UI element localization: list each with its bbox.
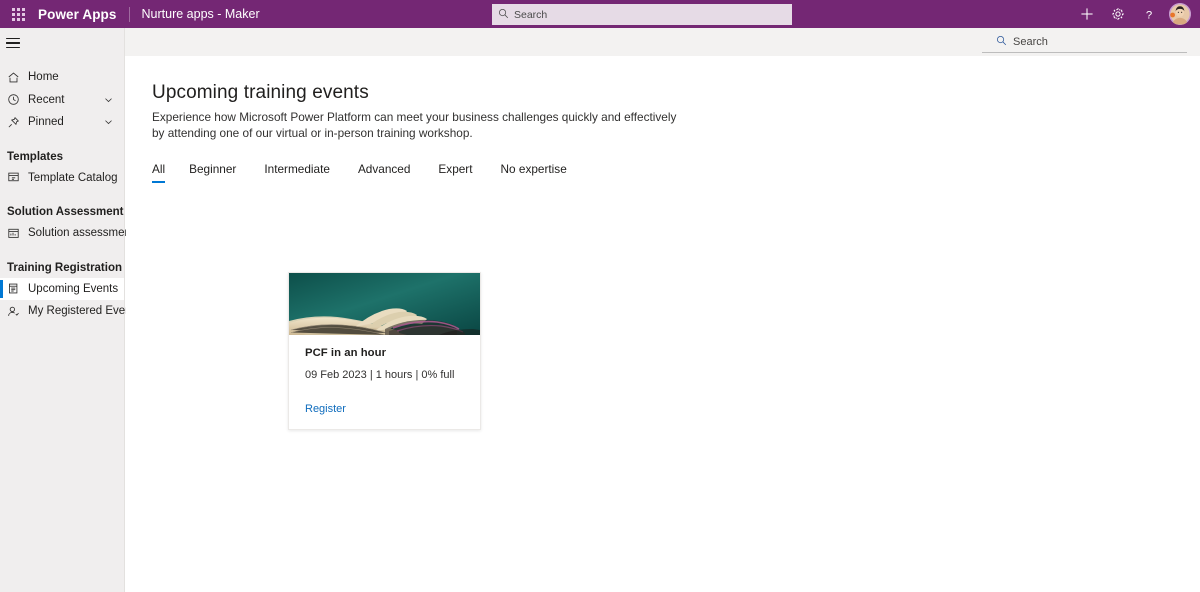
sidebar-item-template-catalog[interactable]: Template Catalog	[0, 167, 124, 190]
sidebar-item-upcoming-events[interactable]: Upcoming Events	[0, 277, 124, 300]
register-link[interactable]: Register	[289, 403, 362, 429]
sidebar-item-pinned[interactable]: Pinned	[0, 111, 124, 134]
sidebar-item-label: Upcoming Events	[28, 282, 119, 295]
sidebar-item-solution-assessment[interactable]: Solution assessment	[0, 222, 134, 245]
event-card[interactable]: PCF in an hour 09 Feb 2023 | 1 hours | 0…	[288, 272, 481, 430]
sidebar: Home Recent Pinned Templates Template Ca…	[0, 28, 141, 592]
settings-button[interactable]	[1102, 0, 1133, 28]
main-content: Upcoming training events Experience how …	[126, 56, 1200, 592]
event-card-image	[289, 273, 480, 335]
brand-label[interactable]: Power Apps	[36, 7, 127, 22]
app-name-label[interactable]: Nurture apps - Maker	[142, 7, 260, 21]
suite-search-placeholder: Search	[514, 8, 548, 21]
home-icon	[7, 69, 25, 85]
event-list-icon	[7, 281, 25, 297]
svg-text:?: ?	[1145, 9, 1151, 21]
suite-bar-actions: ?	[1071, 0, 1196, 28]
search-icon	[996, 33, 1007, 51]
sidebar-item-label: Pinned	[28, 116, 64, 129]
avatar-button[interactable]	[1164, 0, 1196, 28]
new-button[interactable]	[1071, 0, 1102, 28]
person-icon	[7, 303, 25, 319]
solution-assessment-icon	[7, 225, 25, 241]
tab-beginner[interactable]: Beginner	[189, 162, 250, 183]
page-title: Upcoming training events	[152, 82, 369, 103]
chevron-down-icon[interactable]	[103, 117, 114, 128]
event-card-list: PCF in an hour 09 Feb 2023 | 1 hours | 0…	[288, 272, 481, 430]
waffle-button[interactable]	[0, 0, 36, 28]
page-search-placeholder: Search	[1013, 36, 1048, 48]
chevron-down-icon[interactable]	[103, 94, 114, 105]
avatar	[1169, 3, 1191, 25]
tab-no-expertise[interactable]: No expertise	[501, 162, 581, 183]
sidebar-item-label: My Registered Events	[28, 305, 141, 318]
sidebar-item-my-registered-events[interactable]: My Registered Events	[0, 300, 141, 323]
tab-expert[interactable]: Expert	[438, 162, 486, 183]
search-icon	[498, 6, 509, 24]
sidebar-item-label: Solution assessment	[28, 227, 135, 240]
page-description: Experience how Microsoft Power Platform …	[152, 110, 677, 140]
tab-intermediate[interactable]: Intermediate	[264, 162, 344, 183]
hamburger-icon	[6, 35, 20, 52]
pin-icon	[7, 114, 25, 130]
suite-search-input[interactable]: Search	[492, 4, 792, 25]
brand-divider	[128, 6, 130, 22]
sidebar-group-solution-assessment: Solution Assessment	[7, 206, 124, 218]
event-card-body: PCF in an hour 09 Feb 2023 | 1 hours | 0…	[289, 335, 480, 381]
sidebar-item-label: Home	[28, 71, 59, 84]
page-search-input[interactable]: Search	[982, 32, 1187, 53]
event-card-title: PCF in an hour	[305, 347, 387, 359]
event-card-meta: 09 Feb 2023 | 1 hours | 0% full	[305, 369, 455, 381]
sidebar-item-home[interactable]: Home	[0, 66, 124, 89]
nav-collapse-button[interactable]	[0, 28, 125, 58]
sidebar-item-recent[interactable]: Recent	[0, 89, 124, 112]
sidebar-group-templates: Templates	[7, 150, 64, 163]
waffle-grid-icon	[11, 7, 25, 21]
expertise-filter-tabs: All Beginner Intermediate Advanced Exper…	[152, 162, 595, 188]
sidebar-item-label: Template Catalog	[28, 171, 118, 184]
sidebar-item-label: Recent	[28, 93, 65, 106]
tab-all[interactable]: All	[152, 162, 166, 183]
sidebar-group-training-registration: Training Registration	[7, 261, 123, 274]
tab-advanced[interactable]: Advanced	[358, 162, 424, 183]
clock-icon	[7, 92, 25, 108]
command-bar: Search	[125, 28, 1200, 56]
template-catalog-icon	[7, 170, 25, 186]
suite-bar: Power Apps Nurture apps - Maker Search ?	[0, 0, 1200, 28]
help-button[interactable]: ?	[1133, 0, 1164, 28]
